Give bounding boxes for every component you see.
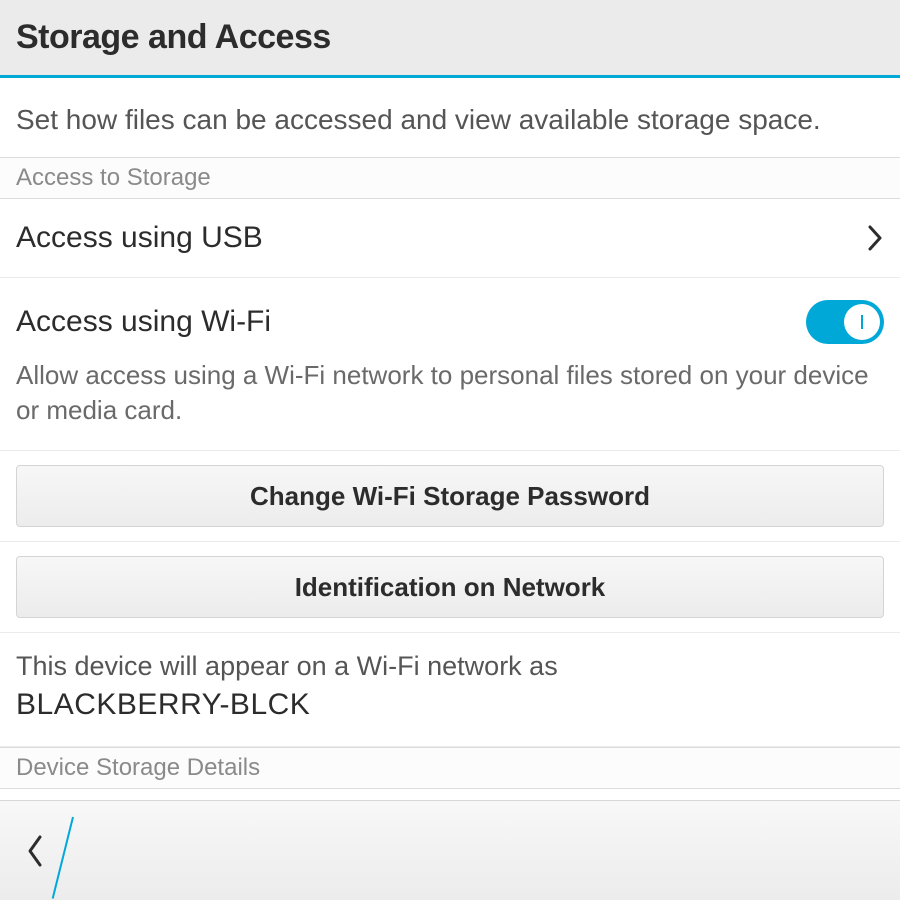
- change-wifi-password-button[interactable]: Change Wi-Fi Storage Password: [16, 465, 884, 527]
- row-access-wifi: Access using Wi-Fi: [0, 278, 900, 354]
- section-header-access: Access to Storage: [0, 157, 900, 199]
- content-scroll[interactable]: Set how files can be accessed and view a…: [0, 84, 900, 800]
- button-row-password: Change Wi-Fi Storage Password: [0, 451, 900, 542]
- wifi-access-toggle[interactable]: [806, 300, 884, 344]
- row-label-usb: Access using USB: [16, 221, 866, 255]
- title-bar: Storage and Access: [0, 0, 900, 78]
- divider-slash: [52, 816, 74, 898]
- row-access-usb[interactable]: Access using USB: [0, 199, 900, 278]
- row-label-wifi: Access using Wi-Fi: [16, 305, 806, 339]
- identification-on-network-button[interactable]: Identification on Network: [16, 556, 884, 618]
- network-identity-block: This device will appear on a Wi-Fi netwo…: [0, 633, 900, 747]
- button-row-identification: Identification on Network: [0, 542, 900, 633]
- network-identity-caption: This device will appear on a Wi-Fi netwo…: [16, 651, 884, 682]
- wifi-access-description: Allow access using a Wi-Fi network to pe…: [0, 354, 900, 451]
- section-header-device-storage: Device Storage Details: [0, 747, 900, 789]
- network-identity-value: BLACKBERRY-BLCK: [16, 688, 884, 722]
- chevron-left-icon: [24, 833, 46, 869]
- chevron-right-icon: [866, 223, 884, 253]
- back-button[interactable]: [10, 811, 100, 891]
- page-title: Storage and Access: [16, 18, 884, 57]
- action-bar: [0, 800, 900, 900]
- page-description: Set how files can be accessed and view a…: [0, 84, 900, 157]
- toggle-knob: [844, 304, 880, 340]
